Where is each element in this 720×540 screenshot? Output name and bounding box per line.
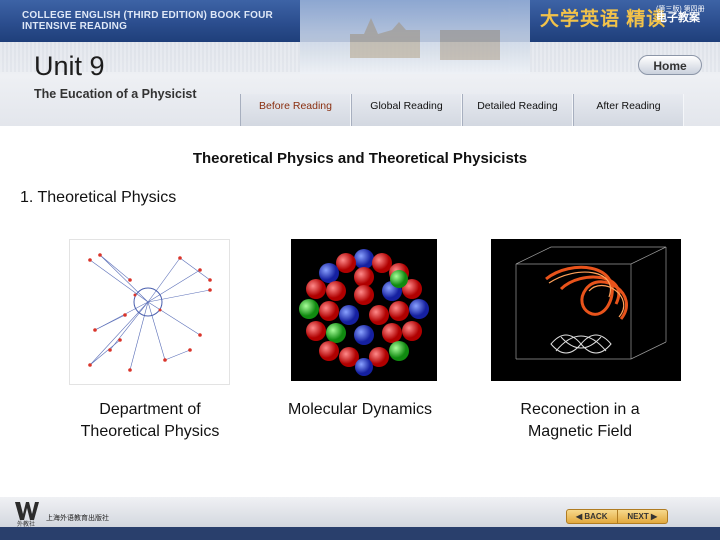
edition-big: 电子教案 (656, 12, 700, 24)
next-button[interactable]: NEXT ▶ (618, 510, 668, 523)
section-heading: 1. Theoretical Physics (20, 189, 177, 206)
publisher-name: 上海外语教育出版社 (46, 515, 109, 522)
figure-caption-3: Reconection in a Magnetic Field (490, 399, 670, 443)
castle-silhouette (350, 18, 420, 58)
network-diagram-image (69, 239, 230, 385)
page-title: Theoretical Physics and Theoretical Phys… (192, 150, 528, 167)
footer-bottom-strip (0, 527, 720, 540)
section-tabs: Before Reading Global Reading Detailed R… (240, 94, 684, 126)
unit-subtitle: The Eucation of a Physicist (34, 87, 197, 101)
publisher-logo-text: 外教社 (17, 522, 36, 528)
magnetic-field-image (491, 239, 681, 381)
caption-3-text: Reconection in a Magnetic Field (520, 401, 640, 440)
next-label: NEXT (627, 512, 649, 521)
molecule-cluster-graphic (299, 249, 429, 376)
back-button[interactable]: ◀ BACK (567, 510, 618, 523)
figure-caption-1: Department of Theoretical Physics (55, 399, 245, 443)
tab-after-reading[interactable]: After Reading (573, 94, 684, 126)
banner-photo (300, 0, 530, 74)
tab-detailed-reading[interactable]: Detailed Reading (462, 94, 573, 126)
tab-global-reading[interactable]: Global Reading (351, 94, 462, 126)
home-button[interactable]: Home (638, 55, 702, 75)
tab-before-reading[interactable]: Before Reading (240, 94, 351, 126)
back-label: BACK (584, 512, 608, 521)
unit-title: Unit 9 (34, 51, 105, 81)
molecular-dynamics-image (291, 239, 437, 381)
magnetic-field-graphic (515, 246, 667, 360)
caption-2-text: Molecular Dynamics (287, 401, 433, 418)
caption-1-text: Department of Theoretical Physics (80, 401, 220, 440)
course-title: COLLEGE ENGLISH (THIRD EDITION) BOOK FOU… (22, 10, 273, 32)
network-diagram-graphic (88, 253, 212, 372)
nav-buttons: ◀ BACK NEXT ▶ (566, 509, 668, 524)
brand-logo: 大学英语 精读 (540, 9, 667, 30)
figure-caption-2: Molecular Dynamics (270, 399, 450, 421)
building-silhouette (440, 30, 500, 60)
publisher-logo-icon (15, 502, 39, 520)
edition-label: (第三版) 第四册 电子教案 (656, 5, 705, 24)
